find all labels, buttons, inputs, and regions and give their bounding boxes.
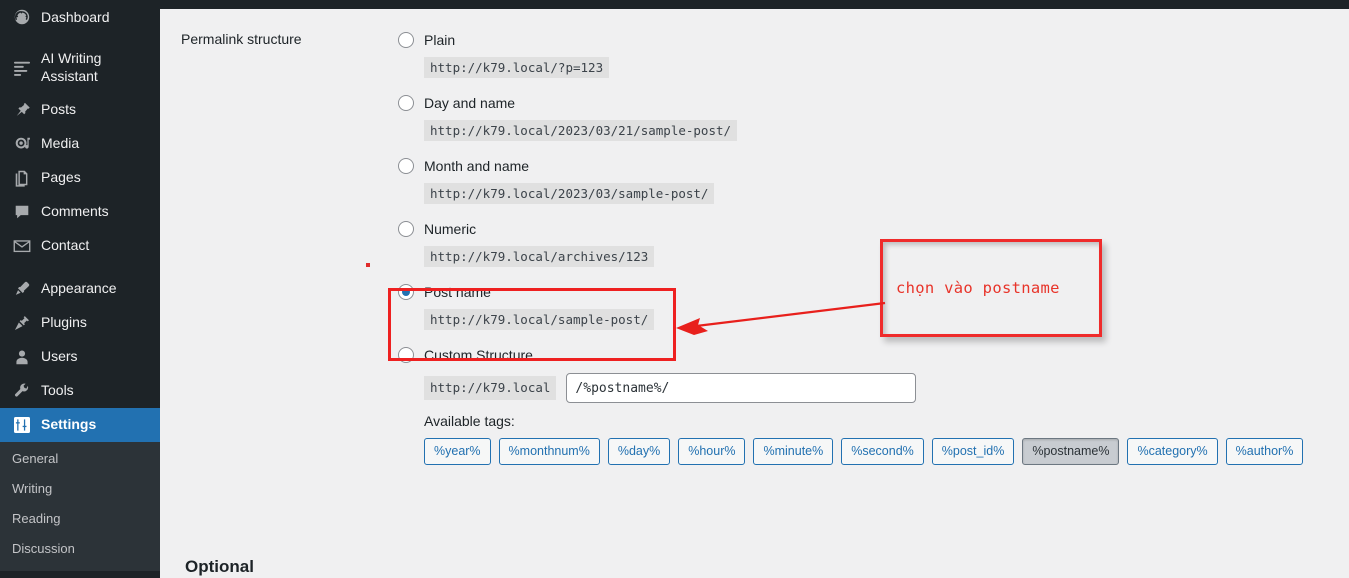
sidebar-item-label: Plugins [41, 314, 87, 331]
sidebar-item-contact[interactable]: Contact [0, 229, 160, 263]
wrench-icon [12, 381, 32, 401]
annotation-note-box: chọn vào postname [880, 239, 1102, 337]
sidebar-item-label: Tools [41, 382, 74, 399]
permalink-option-row[interactable]: Day and name [398, 92, 1198, 114]
sidebar-item-tools[interactable]: Tools [0, 374, 160, 408]
pages-icon [12, 168, 32, 188]
tag-button-postname[interactable]: %postname% [1022, 438, 1120, 465]
permalink-example-url: http://k79.local/sample-post/ [424, 309, 655, 330]
radio-permalink-option-month-and-name[interactable] [398, 158, 414, 174]
comment-icon [12, 202, 32, 222]
tag-button-day[interactable]: %day% [607, 438, 671, 465]
permalink-option-label: Custom Structure [424, 347, 533, 363]
tag-button-author[interactable]: %author% [1225, 438, 1304, 465]
list-lines-icon [12, 58, 32, 78]
settings-submenu: General Writing Reading Discussion [0, 441, 160, 571]
permalink-option-label: Day and name [424, 95, 516, 111]
sidebar-item-plugins[interactable]: Plugins [0, 306, 160, 340]
annotation-note-text: chọn vào postname [896, 279, 1060, 297]
media-icon [12, 134, 32, 154]
brush-icon [12, 279, 32, 299]
sidebar-item-users[interactable]: Users [0, 340, 160, 374]
custom-structure-prefix: http://k79.local [424, 376, 557, 400]
permalink-option-row[interactable]: Month and name [398, 155, 1198, 177]
sidebar-item-label: Settings [41, 416, 97, 433]
pin-icon [12, 100, 32, 120]
submenu-item-general[interactable]: General [0, 444, 160, 474]
annotation-dot [366, 263, 370, 267]
permalink-option-row[interactable]: Plain [398, 29, 1198, 51]
permalink-option-row[interactable]: Numeric [398, 218, 1198, 240]
sidebar-item-posts[interactable]: Posts [0, 93, 160, 127]
sidebar-item-label: Posts [41, 101, 77, 118]
permalink-example-url: http://k79.local/?p=123 [424, 57, 610, 78]
permalink-option-day-and-name[interactable]: Day and name http://k79.local/2023/03/21/… [398, 92, 1198, 141]
menu-separator [0, 263, 160, 272]
sidebar-item-label: Media [41, 135, 80, 152]
permalink-structure-label: Permalink structure [181, 31, 302, 47]
admin-sidebar: Dashboard AI Writing Assistant Posts Media P… [0, 0, 168, 578]
sidebar-item-media[interactable]: Media [0, 127, 160, 161]
plug-icon [12, 313, 32, 333]
wordpress-admin-screen: Dashboard AI Writing Assistant Posts Media P… [0, 0, 1349, 578]
tag-button-second[interactable]: %second% [841, 438, 924, 465]
sidebar-item-label: Comments [41, 203, 109, 220]
permalink-option-label: Month and name [424, 158, 530, 174]
sidebar-item-label: Contact [41, 237, 90, 254]
user-icon [12, 347, 32, 367]
sidebar-item-settings[interactable]: Settings [0, 407, 168, 442]
sliders-icon [12, 415, 32, 435]
radio-permalink-option-numeric[interactable] [398, 221, 414, 237]
permalink-example-url: http://k79.local/2023/03/21/sample-post/ [424, 120, 738, 141]
permalink-option-month-and-name[interactable]: Month and name http://k79.local/2023/03/s… [398, 155, 1198, 204]
dashboard-icon [12, 7, 32, 27]
tag-button-year[interactable]: %year% [424, 438, 491, 465]
submenu-item-discussion[interactable]: Discussion [0, 534, 160, 564]
tag-button-post_id[interactable]: %post_id% [931, 438, 1015, 465]
permalink-option-label: Post name [424, 284, 491, 300]
permalink-example-url: http://k79.local/archives/123 [424, 246, 655, 267]
available-tags-list: %year% %monthnum% %day% %hour% %minute% %seco… [424, 438, 1304, 465]
sidebar-item-label: Users [41, 348, 78, 365]
tag-button-monthnum[interactable]: %monthnum% [498, 438, 600, 465]
sidebar-item-comments[interactable]: Comments [0, 195, 160, 229]
submenu-item-reading[interactable]: Reading [0, 504, 160, 534]
radio-permalink-option-plain[interactable] [398, 32, 414, 48]
sidebar-item-label: Pages [41, 169, 81, 186]
sidebar-item-ai-writing-assistant[interactable]: AI Writing Assistant [0, 43, 160, 93]
permalink-option-custom-structure[interactable]: Custom Structure http://k79.local Availabl… [398, 344, 1304, 465]
permalink-option-label: Numeric [424, 221, 477, 237]
permalink-option-row[interactable]: Custom Structure [398, 344, 1198, 366]
admin-bar [0, 0, 1349, 9]
tag-button-minute[interactable]: %minute% [753, 438, 834, 465]
sidebar-item-label: AI Writing Assistant [41, 50, 102, 84]
tag-button-category[interactable]: %category% [1127, 438, 1218, 465]
menu-separator [0, 34, 160, 43]
custom-structure-row: http://k79.local [424, 373, 1198, 403]
radio-permalink-option-custom-structure[interactable] [398, 347, 414, 363]
envelope-icon [12, 236, 32, 256]
custom-structure-input[interactable] [566, 373, 917, 403]
permalink-option-label: Plain [424, 32, 456, 48]
permalink-settings-content: Permalink structure Plain http://k79.loca… [160, 9, 1349, 578]
annotation-arrow [676, 301, 886, 335]
sidebar-item-label: Appearance [41, 280, 117, 297]
sidebar-item-pages[interactable]: Pages [0, 161, 160, 195]
submenu-item-writing[interactable]: Writing [0, 474, 160, 504]
tag-button-hour[interactable]: %hour% [678, 438, 746, 465]
available-tags-label: Available tags: [424, 413, 515, 429]
radio-permalink-option-post-name[interactable] [398, 284, 414, 300]
permalink-example-url: http://k79.local/2023/03/sample-post/ [424, 183, 715, 204]
permalink-option-plain[interactable]: Plain http://k79.local/?p=123 [398, 29, 1198, 78]
sidebar-item-appearance[interactable]: Appearance [0, 272, 160, 306]
radio-permalink-option-day-and-name[interactable] [398, 95, 414, 111]
optional-heading: Optional [185, 557, 254, 576]
